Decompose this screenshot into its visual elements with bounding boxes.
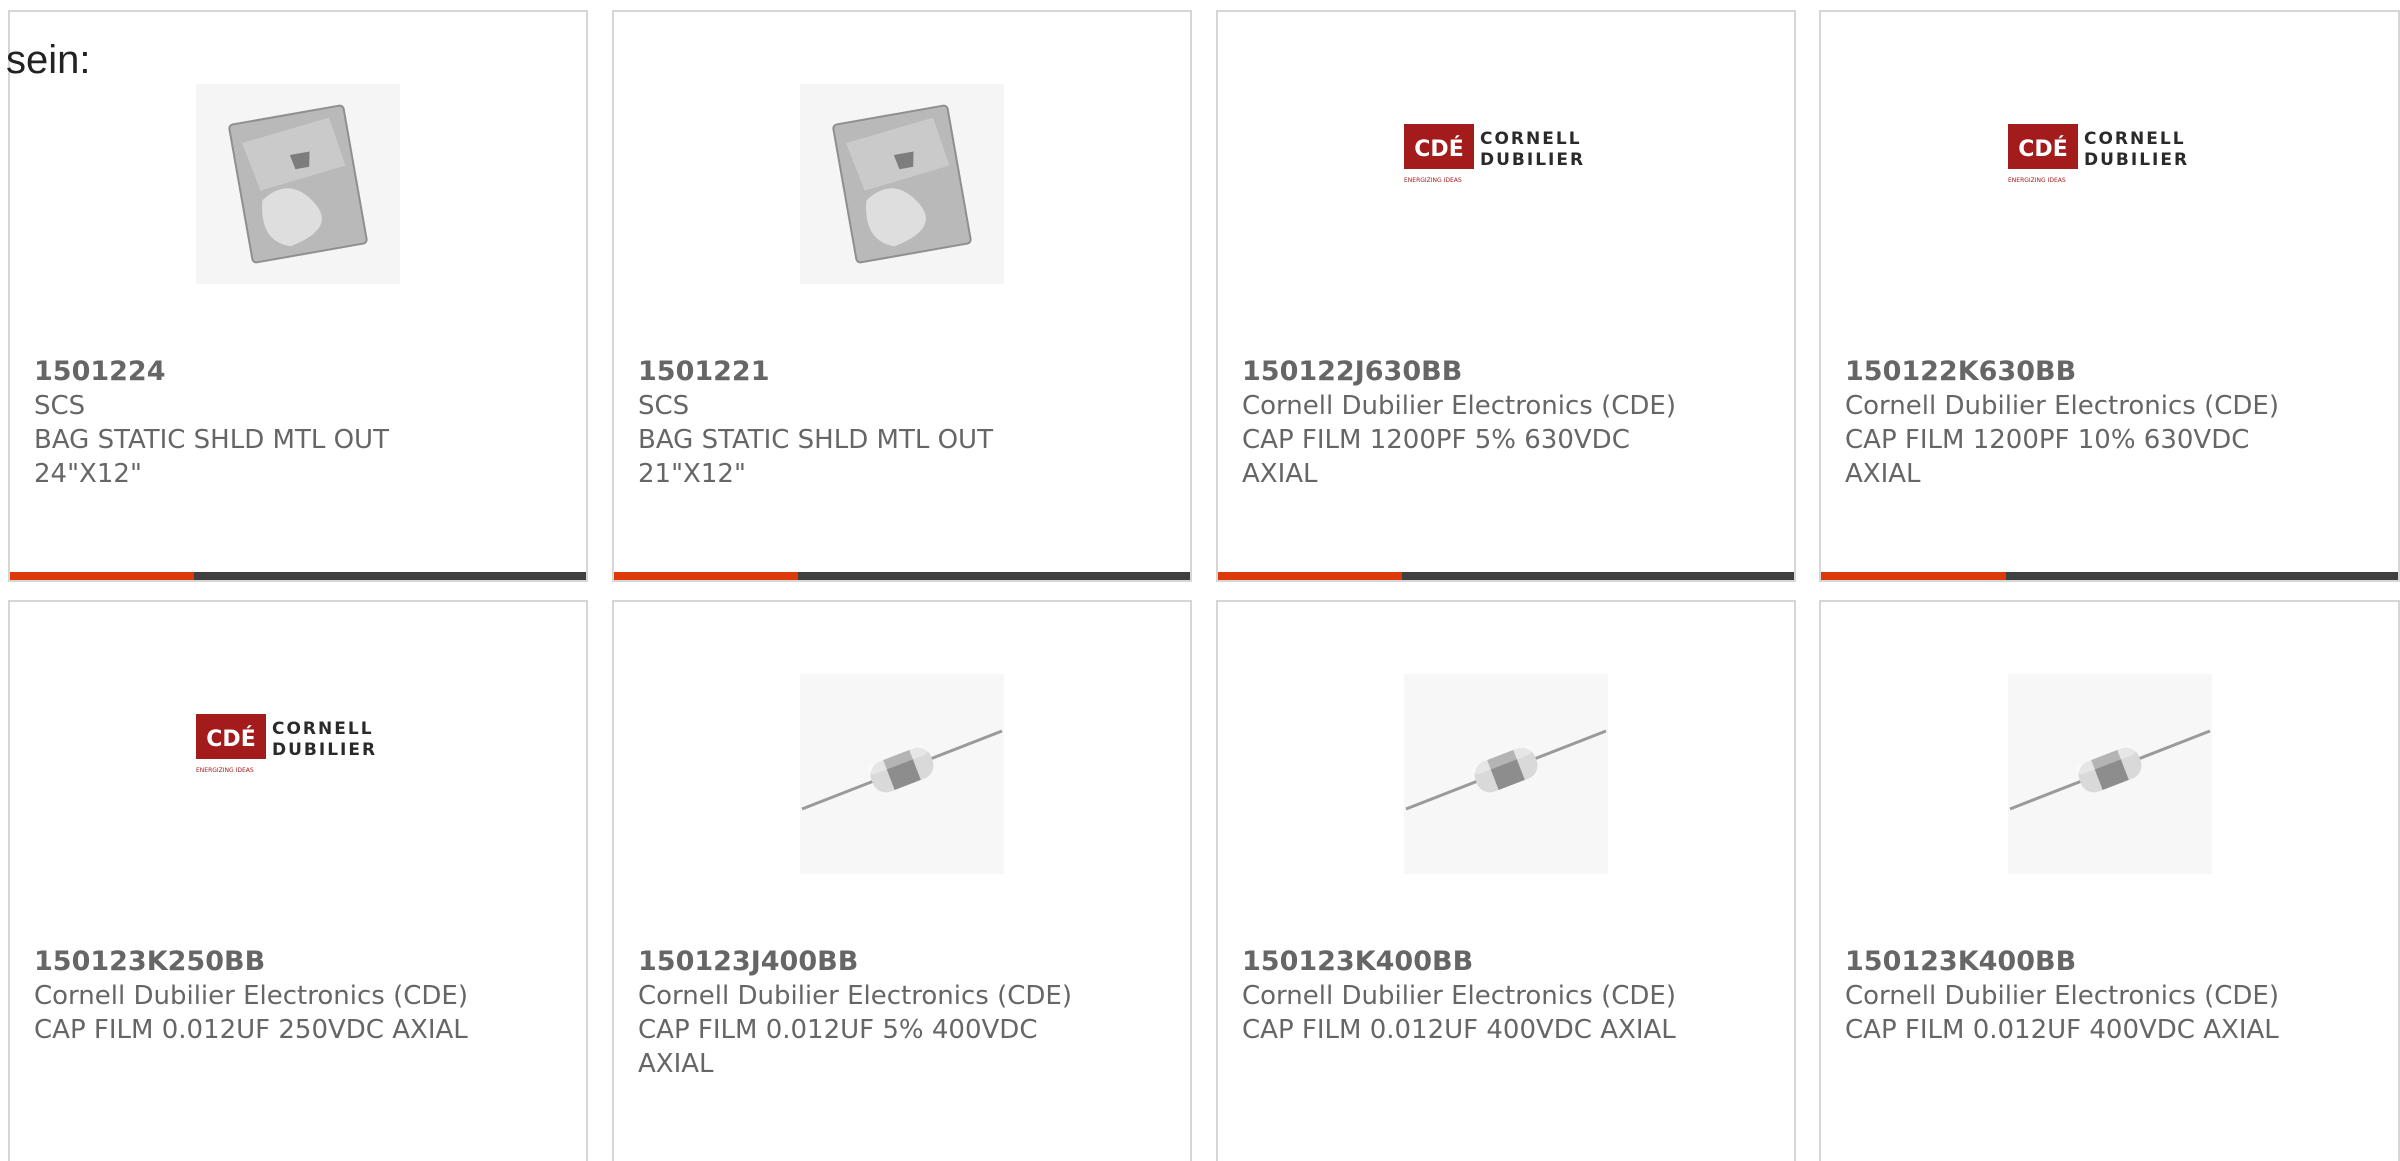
part-number[interactable]: 150123J400BB <box>638 945 1166 979</box>
product-image[interactable] <box>2007 674 2212 874</box>
card-footer-bar <box>614 572 1190 580</box>
description: CAP FILM 0.012UF 400VDC AXIAL <box>1845 1015 2279 1045</box>
product-image[interactable]: CDÉ ENERGIZING IDEAS CORNELL DUBILIER <box>1404 84 1608 284</box>
cde-logo-icon: CDÉ ENERGIZING IDEAS CORNELL DUBILIER <box>2007 124 2189 184</box>
svg-text:CORNELL: CORNELL <box>1480 129 1582 149</box>
svg-text:ENERGIZING IDEAS: ENERGIZING IDEAS <box>1404 177 1462 184</box>
axial-capacitor-icon <box>2007 674 2212 874</box>
part-number[interactable]: 150122K630BB <box>1845 355 2374 389</box>
svg-text:DUBILIER: DUBILIER <box>1480 150 1585 170</box>
accent-bar <box>10 572 195 580</box>
description: CAP FILM 0.012UF 5% 400VDC AXIAL <box>638 1015 1038 1079</box>
product-info: 150122K630BB Cornell Dubilier Electronic… <box>1845 355 2374 491</box>
product-card[interactable]: 1501221 SCS BAG STATIC SHLD MTL OUT 21"X… <box>612 10 1192 582</box>
svg-text:ENERGIZING IDEAS: ENERGIZING IDEAS <box>196 767 254 774</box>
svg-text:CDÉ: CDÉ <box>206 726 255 752</box>
product-image[interactable] <box>800 84 1004 284</box>
description: BAG STATIC SHLD MTL OUT 21"X12" <box>638 425 993 489</box>
product-card[interactable]: 150123K400BB Cornell Dubilier Electronic… <box>1216 600 1796 1161</box>
description: CAP FILM 0.012UF 250VDC AXIAL <box>34 1015 468 1045</box>
product-info: 150123J400BB Cornell Dubilier Electronic… <box>638 945 1166 1081</box>
description: CAP FILM 0.012UF 400VDC AXIAL <box>1242 1015 1676 1045</box>
part-number[interactable]: 150123K400BB <box>1242 945 1770 979</box>
svg-text:DUBILIER: DUBILIER <box>2084 150 2189 170</box>
accent-bar <box>614 572 799 580</box>
part-number[interactable]: 150123K250BB <box>34 945 562 979</box>
manufacturer: Cornell Dubilier Electronics (CDE) <box>1845 391 2279 421</box>
manufacturer: Cornell Dubilier Electronics (CDE) <box>1242 391 1676 421</box>
manufacturer: SCS <box>638 391 690 421</box>
manufacturer: Cornell Dubilier Electronics (CDE) <box>34 981 468 1011</box>
description: CAP FILM 1200PF 10% 630VDC AXIAL <box>1845 425 2250 489</box>
product-grid-page: sein: 1501224 SCS BAG STATIC SHLD MTL OU… <box>0 0 2400 1161</box>
product-image[interactable] <box>196 84 400 284</box>
part-number[interactable]: 1501221 <box>638 355 1166 389</box>
product-card[interactable]: CDÉ ENERGIZING IDEAS CORNELL DUBILIER 15… <box>1216 10 1796 582</box>
card-footer-bar <box>1821 572 2398 580</box>
manufacturer: Cornell Dubilier Electronics (CDE) <box>638 981 1072 1011</box>
svg-text:CORNELL: CORNELL <box>272 719 374 739</box>
card-footer-bar <box>1218 572 1794 580</box>
static-shield-bag-icon <box>196 84 400 284</box>
product-image[interactable] <box>1404 674 1608 874</box>
static-shield-bag-icon <box>800 84 1004 284</box>
part-number[interactable]: 1501224 <box>34 355 562 389</box>
manufacturer: Cornell Dubilier Electronics (CDE) <box>1242 981 1676 1011</box>
product-card[interactable]: CDÉ ENERGIZING IDEAS CORNELL DUBILIER 15… <box>8 600 588 1161</box>
svg-text:DUBILIER: DUBILIER <box>272 740 377 760</box>
cde-logo-icon: CDÉ ENERGIZING IDEAS CORNELL DUBILIER <box>1404 124 1585 184</box>
product-card[interactable]: CDÉ ENERGIZING IDEAS CORNELL DUBILIER 15… <box>1819 10 2400 582</box>
product-grid: 1501224 SCS BAG STATIC SHLD MTL OUT 24"X… <box>0 0 2400 1161</box>
product-info: 150123K400BB Cornell Dubilier Electronic… <box>1242 945 1770 1047</box>
accent-bar <box>1218 572 1403 580</box>
svg-text:CORNELL: CORNELL <box>2084 129 2186 149</box>
product-info: 150123K400BB Cornell Dubilier Electronic… <box>1845 945 2374 1047</box>
part-number[interactable]: 150122J630BB <box>1242 355 1770 389</box>
product-image[interactable]: CDÉ ENERGIZING IDEAS CORNELL DUBILIER <box>2007 84 2212 284</box>
description: BAG STATIC SHLD MTL OUT 24"X12" <box>34 425 389 489</box>
accent-bar <box>1821 572 2006 580</box>
part-number[interactable]: 150123K400BB <box>1845 945 2374 979</box>
product-image[interactable] <box>800 674 1004 874</box>
svg-text:ENERGIZING IDEAS: ENERGIZING IDEAS <box>2008 177 2066 184</box>
product-info: 150122J630BB Cornell Dubilier Electronic… <box>1242 355 1770 491</box>
product-info: 1501224 SCS BAG STATIC SHLD MTL OUT 24"X… <box>34 355 562 491</box>
axial-capacitor-icon <box>1404 674 1608 874</box>
product-info: 1501221 SCS BAG STATIC SHLD MTL OUT 21"X… <box>638 355 1166 491</box>
manufacturer: Cornell Dubilier Electronics (CDE) <box>1845 981 2279 1011</box>
product-card[interactable]: 150123J400BB Cornell Dubilier Electronic… <box>612 600 1192 1161</box>
axial-capacitor-icon <box>800 674 1004 874</box>
manufacturer: SCS <box>34 391 86 421</box>
svg-text:CDÉ: CDÉ <box>1414 136 1463 162</box>
product-card[interactable]: 150123K400BB Cornell Dubilier Electronic… <box>1819 600 2400 1161</box>
cde-logo-icon: CDÉ ENERGIZING IDEAS CORNELL DUBILIER <box>196 714 377 774</box>
svg-text:CDÉ: CDÉ <box>2018 136 2067 162</box>
product-card[interactable]: 1501224 SCS BAG STATIC SHLD MTL OUT 24"X… <box>8 10 588 582</box>
product-image[interactable]: CDÉ ENERGIZING IDEAS CORNELL DUBILIER <box>196 674 400 874</box>
intro-text: sein: <box>6 38 91 82</box>
product-info: 150123K250BB Cornell Dubilier Electronic… <box>34 945 562 1047</box>
card-footer-bar <box>10 572 586 580</box>
description: CAP FILM 1200PF 5% 630VDC AXIAL <box>1242 425 1630 489</box>
